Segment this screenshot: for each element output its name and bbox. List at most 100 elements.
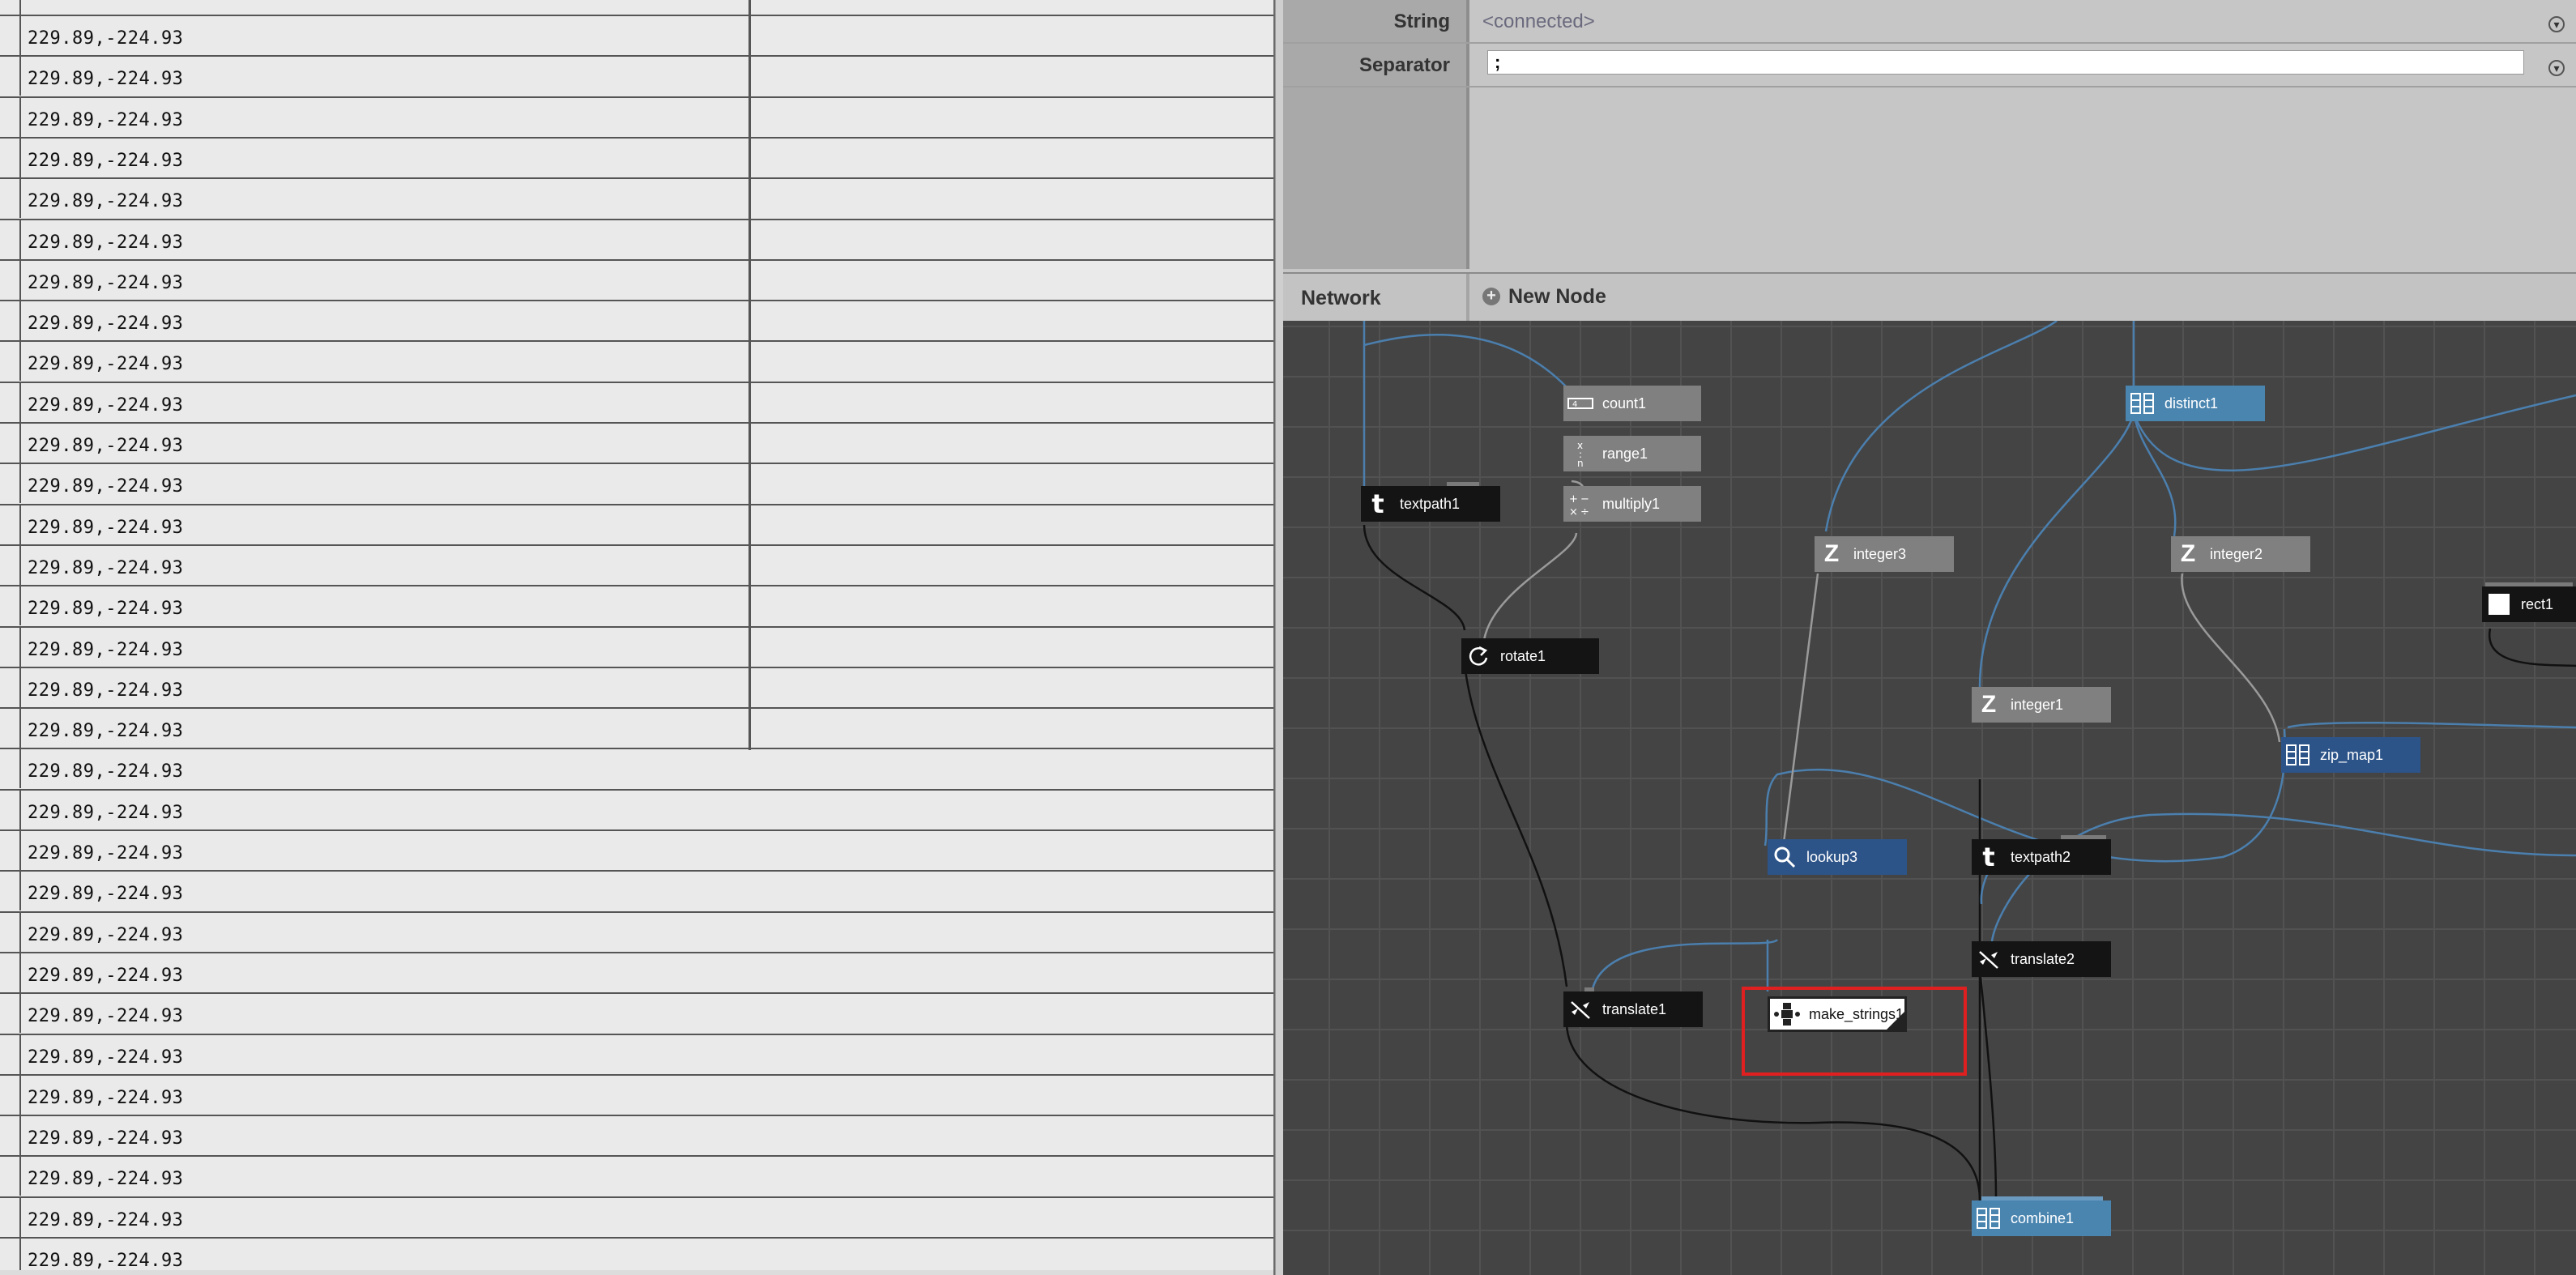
node-label: translate1 — [1602, 1000, 1667, 1017]
range-icon: x:n — [1563, 436, 1597, 471]
param-row-separator: Separator ; ▾ — [1283, 44, 2576, 87]
table-row: 229.89,-224.93 — [0, 585, 1273, 626]
node-label: integer2 — [2210, 545, 2263, 562]
node-label: count1 — [1602, 394, 1647, 411]
node-label: rotate1 — [1500, 647, 1546, 664]
param-menu-icon[interactable]: ▾ — [2548, 60, 2565, 76]
table-row: 229.89,-224.93 — [0, 503, 1273, 544]
table-cell: 229.89,-224.93 — [28, 1128, 184, 1149]
param-label-string: String — [1393, 11, 1450, 32]
node-label: integer1 — [2011, 696, 2064, 713]
multiply-icon: + − × ÷ — [1563, 486, 1597, 522]
wire — [2287, 721, 2576, 729]
table-cell: 229.89,-224.93 — [28, 965, 184, 986]
table-cell: 229.89,-224.93 — [28, 802, 184, 823]
table-row: 229.89,-224.93 — [0, 666, 1273, 707]
table-row: 229.89,-224.93 — [0, 258, 1273, 300]
text-t-icon: t — [1982, 842, 1995, 872]
column-divider[interactable] — [748, 0, 751, 750]
node-zip-map1[interactable]: zip_map1 — [2281, 737, 2420, 773]
table-row: 229.89,-224.93 — [0, 96, 1273, 137]
node-translate1[interactable]: translate1 — [1563, 987, 1703, 1027]
node-integer1[interactable]: Z integer1 — [1972, 687, 2111, 723]
horizontal-scrollbar[interactable] — [0, 1270, 1273, 1275]
table-row: 229.89,-224.93 — [0, 340, 1273, 382]
table-row: 229.89,-224.93 — [0, 910, 1273, 952]
network-canvas[interactable]: 4 count1 x:n range1 + − × ÷ multiply1 t tex… — [1283, 321, 2576, 1275]
node-textpath2[interactable]: t textpath2 — [1972, 835, 2111, 875]
table-cell: 229.89,-224.93 — [28, 272, 184, 293]
param-value-string: <connected> — [1482, 11, 1595, 32]
table-cell: 229.89,-224.93 — [28, 436, 184, 456]
table-row: 229.89,-224.93 — [0, 381, 1273, 422]
wire — [1482, 532, 1578, 641]
param-row-string: String <connected> ▾ — [1283, 0, 2576, 44]
wire — [1363, 334, 1567, 388]
node-range1[interactable]: x:n range1 — [1563, 436, 1701, 471]
connection-wires — [1363, 321, 2576, 1201]
table-cell: 229.89,-224.93 — [28, 109, 184, 130]
separator-input[interactable]: ; — [1487, 50, 2524, 75]
table-row — [0, 0, 1273, 15]
table-row: 229.89,-224.93 — [0, 136, 1273, 177]
table-row: 229.89,-224.93 — [0, 463, 1273, 504]
table-cell: 229.89,-224.93 — [28, 1047, 184, 1068]
table-row: 229.89,-224.93 — [0, 15, 1273, 55]
node-distinct1[interactable]: distinct1 — [2126, 386, 2265, 421]
node-label: rect1 — [2521, 595, 2554, 612]
node-label: zip_map1 — [2320, 746, 2384, 763]
node-lookup3[interactable]: lookup3 — [1768, 839, 1907, 875]
svg-text:n: n — [1577, 458, 1584, 468]
wire — [1978, 412, 2135, 688]
table-row: 229.89,-224.93 — [0, 1237, 1273, 1275]
node-multiply1[interactable]: + − × ÷ multiply1 — [1563, 486, 1701, 522]
translate-icon — [1972, 941, 2006, 977]
table-row: 229.89,-224.93 — [0, 177, 1273, 219]
node-label: translate2 — [2011, 950, 2075, 967]
table-cell: 229.89,-224.93 — [28, 28, 184, 49]
node-label: range1 — [1602, 445, 1648, 462]
table-row: 229.89,-224.93 — [0, 625, 1273, 667]
table-cell: 229.89,-224.93 — [28, 1169, 184, 1190]
table-cell: 229.89,-224.93 — [28, 1006, 184, 1027]
translate-icon — [1563, 991, 1597, 1027]
table-cell: 229.89,-224.93 — [28, 394, 184, 416]
node-label: textpath2 — [2011, 848, 2071, 865]
svg-text:+: + — [1569, 493, 1578, 505]
table-row: 229.89,-224.93 — [0, 544, 1273, 585]
table-row: 229.89,-224.93 — [0, 829, 1273, 870]
table-cell: 229.89,-224.93 — [28, 721, 184, 742]
node-label: lookup3 — [1806, 848, 1858, 865]
node-integer2[interactable]: Z integer2 — [2171, 536, 2310, 572]
node-integer3[interactable]: Z integer3 — [1815, 536, 1954, 572]
svg-text:4: 4 — [1572, 400, 1577, 409]
node-combine1[interactable]: combine1 — [1972, 1196, 2111, 1236]
table-cell: 229.89,-224.93 — [28, 639, 184, 660]
table-cell: 229.89,-224.93 — [28, 680, 184, 701]
node-textpath1[interactable]: t textpath1 — [1361, 482, 1500, 522]
table-row: 229.89,-224.93 — [0, 788, 1273, 829]
network-header: Network + New Node — [1283, 272, 2576, 322]
param-menu-icon[interactable]: ▾ — [2548, 16, 2565, 32]
node-label: integer3 — [1853, 545, 1907, 562]
new-node-button[interactable]: + New Node — [1482, 284, 1606, 309]
table-cell: 229.89,-224.93 — [28, 191, 184, 212]
node-label: multiply1 — [1602, 495, 1661, 512]
svg-text:÷: ÷ — [1580, 506, 1589, 517]
list-icon — [2281, 737, 2315, 773]
node-rect1[interactable]: rect1 — [2482, 582, 2576, 622]
node-label: combine1 — [2011, 1209, 2075, 1226]
data-viewer-panel: 229.89,-224.93 229.89,-224.93 229.89,-224.… — [0, 0, 1275, 1275]
integer-z-icon: Z — [2180, 540, 2196, 567]
network-title: Network — [1301, 287, 1381, 309]
node-count1[interactable]: 4 count1 — [1563, 386, 1701, 421]
wire — [2488, 628, 2576, 667]
wire — [1463, 663, 1568, 987]
node-translate2[interactable]: translate2 — [1972, 941, 2111, 977]
list-icon — [1972, 1200, 2006, 1236]
wire — [2132, 412, 2177, 537]
table-cell: 229.89,-224.93 — [28, 557, 184, 578]
table-row: 229.89,-224.93 — [0, 951, 1273, 992]
node-rotate1[interactable]: rotate1 — [1461, 638, 1599, 674]
param-label-separator: Separator — [1358, 54, 1450, 76]
